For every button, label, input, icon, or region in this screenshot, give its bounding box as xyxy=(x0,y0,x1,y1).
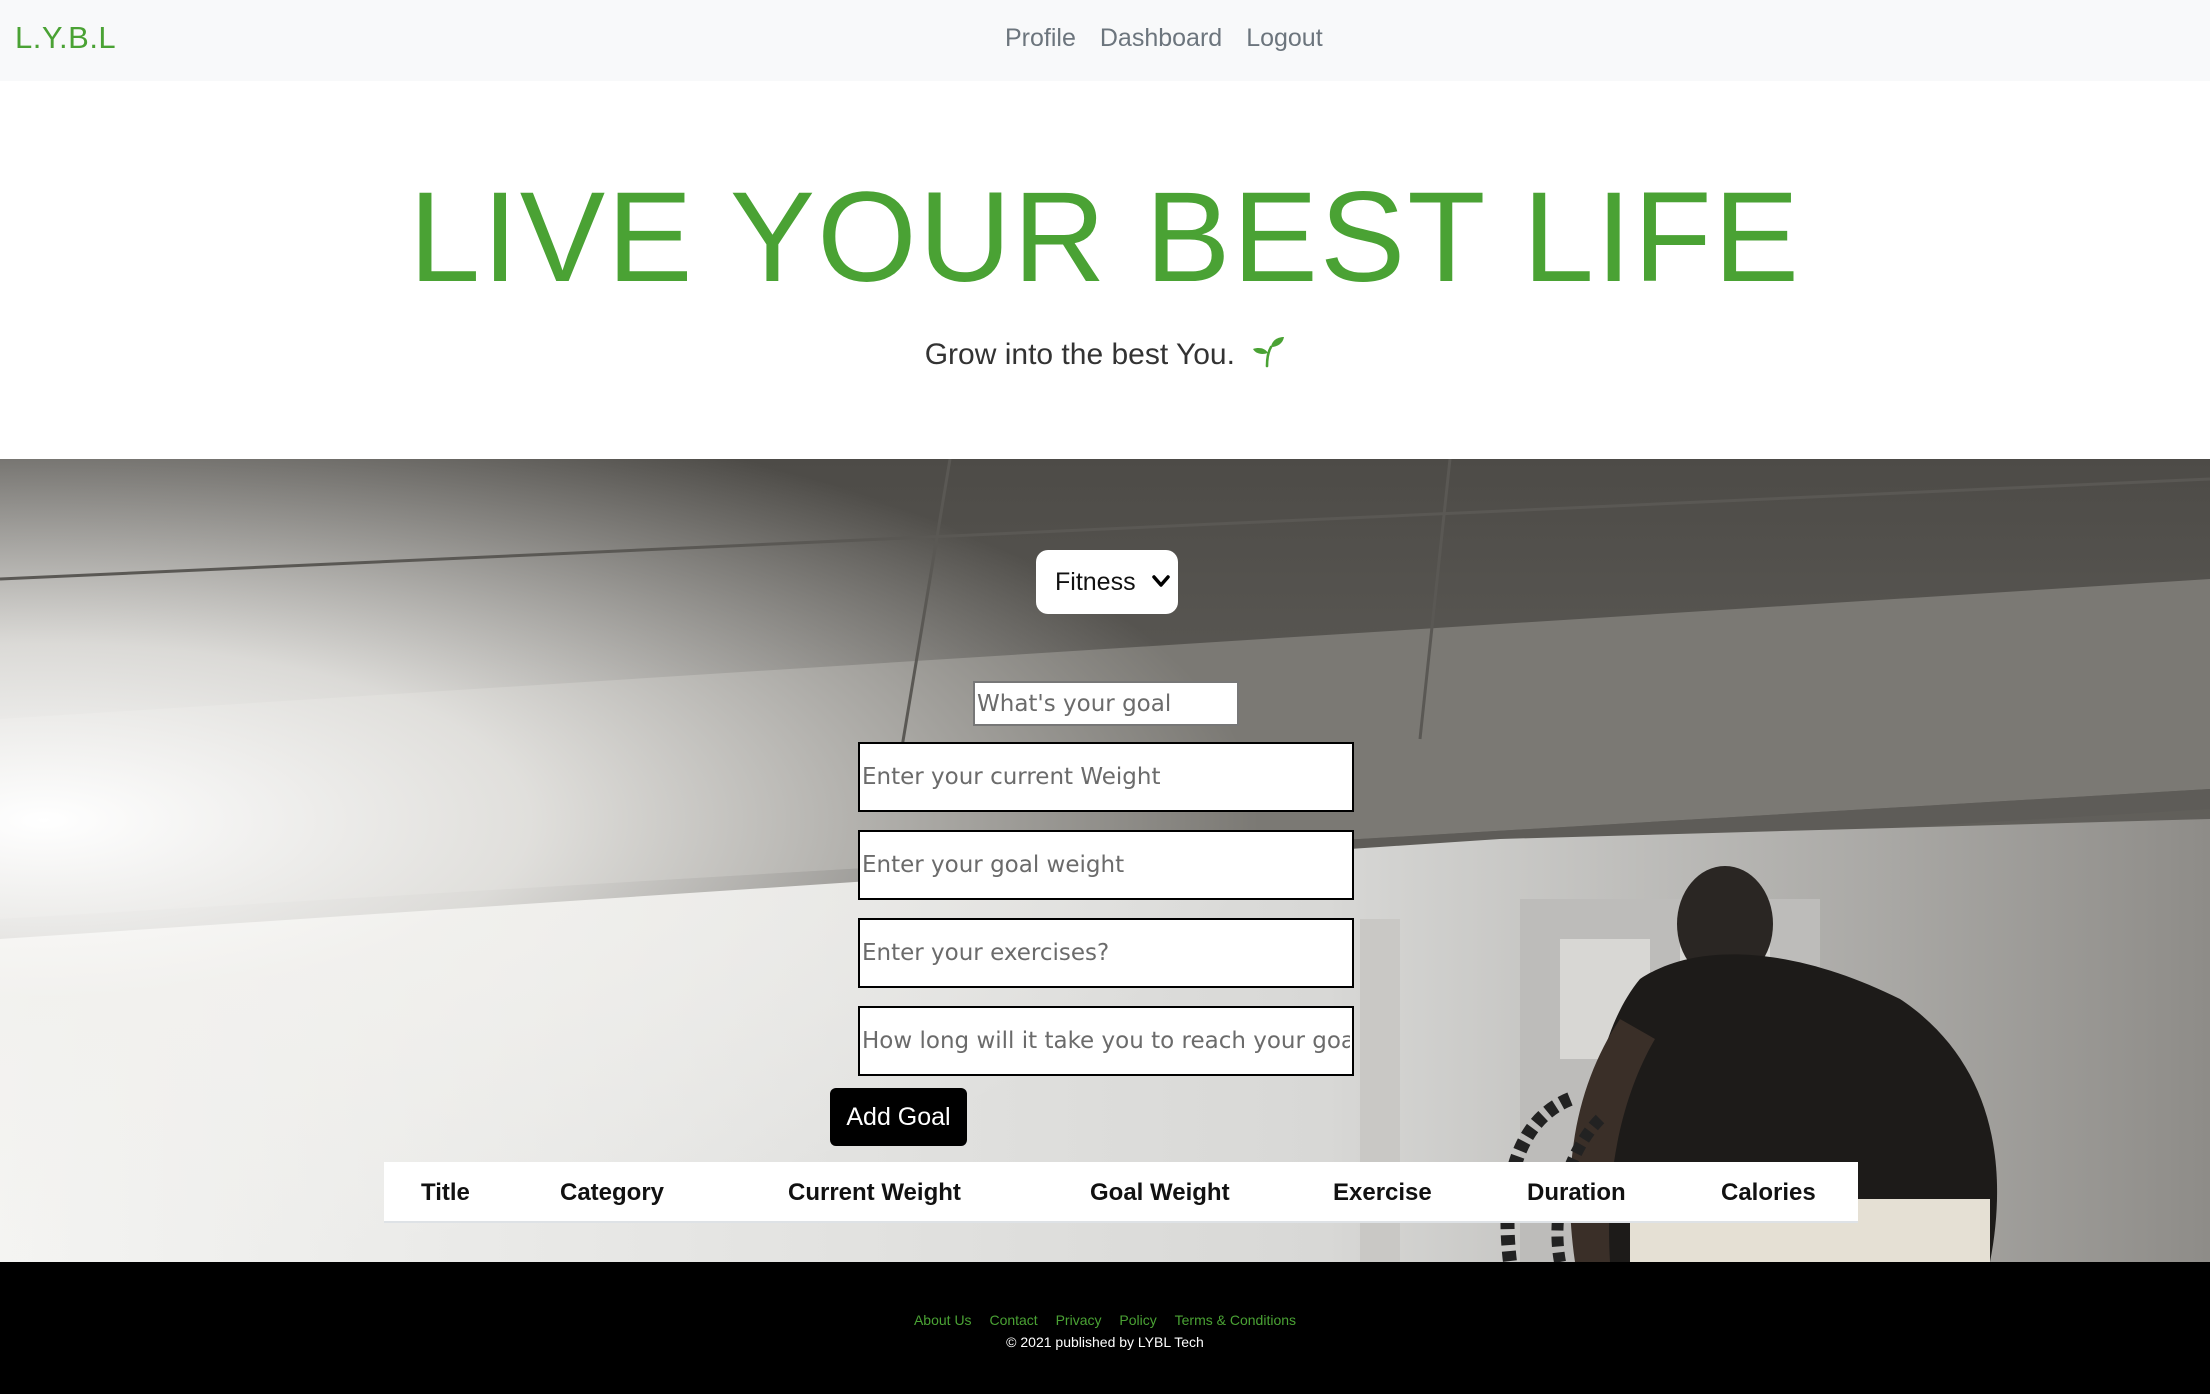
footer-link-policy[interactable]: Policy xyxy=(1119,1312,1156,1328)
footer-links: About Us Contact Privacy Policy Terms & … xyxy=(0,1312,2210,1328)
hero-subtitle-text: Grow into the best You. xyxy=(924,338,1235,371)
footer: About Us Contact Privacy Policy Terms & … xyxy=(0,1262,2210,1394)
navbar: L.Y.B.L Profile Dashboard Logout xyxy=(0,0,2210,81)
exercises-field xyxy=(858,918,1354,988)
duration-field xyxy=(858,1006,1354,1076)
goals-table: Title Category Current Weight Goal Weigh… xyxy=(384,1162,1858,1223)
category-select-value: Fitness xyxy=(1055,567,1136,596)
nav-link-profile[interactable]: Profile xyxy=(1005,24,1076,53)
copyright-text: © 2021 published by LYBL Tech xyxy=(1006,1334,1204,1350)
footer-link-privacy[interactable]: Privacy xyxy=(1056,1312,1102,1328)
exercises-input[interactable] xyxy=(862,940,1350,966)
goal-title-field xyxy=(973,681,1239,726)
current-weight-input[interactable] xyxy=(862,764,1350,790)
nav-links: Profile Dashboard Logout xyxy=(1005,24,1323,53)
goal-banner: Fitness Add Goal Title Category Current … xyxy=(0,459,2210,1262)
footer-link-about[interactable]: About Us xyxy=(914,1312,972,1328)
chevron-down-icon xyxy=(1152,575,1170,587)
goal-weight-field xyxy=(858,830,1354,900)
footer-link-contact[interactable]: Contact xyxy=(989,1312,1037,1328)
sprout-icon xyxy=(1253,337,1285,368)
table-header-exercise: Exercise xyxy=(1333,1179,1432,1206)
hero-subtitle: Grow into the best You. xyxy=(0,334,2210,372)
nav-link-logout[interactable]: Logout xyxy=(1246,24,1322,53)
current-weight-field xyxy=(858,742,1354,812)
table-header-duration: Duration xyxy=(1527,1179,1626,1206)
footer-link-terms[interactable]: Terms & Conditions xyxy=(1175,1312,1296,1328)
table-header-current-weight: Current Weight xyxy=(788,1179,961,1206)
duration-input[interactable] xyxy=(862,1028,1350,1054)
nav-link-dashboard[interactable]: Dashboard xyxy=(1100,24,1222,53)
table-header-title: Title xyxy=(421,1179,470,1206)
category-select[interactable]: Fitness xyxy=(1036,550,1178,614)
goal-title-input[interactable] xyxy=(977,690,1235,717)
table-header-category: Category xyxy=(560,1179,665,1206)
hero-title: LIVE YOUR BEST LIFE xyxy=(409,166,1801,309)
add-goal-button[interactable]: Add Goal xyxy=(830,1088,967,1146)
table-header-goal-weight: Goal Weight xyxy=(1090,1179,1230,1206)
table-header-calories: Calories xyxy=(1721,1179,1816,1206)
brand-logo[interactable]: L.Y.B.L xyxy=(15,20,116,56)
goal-weight-input[interactable] xyxy=(862,852,1350,878)
